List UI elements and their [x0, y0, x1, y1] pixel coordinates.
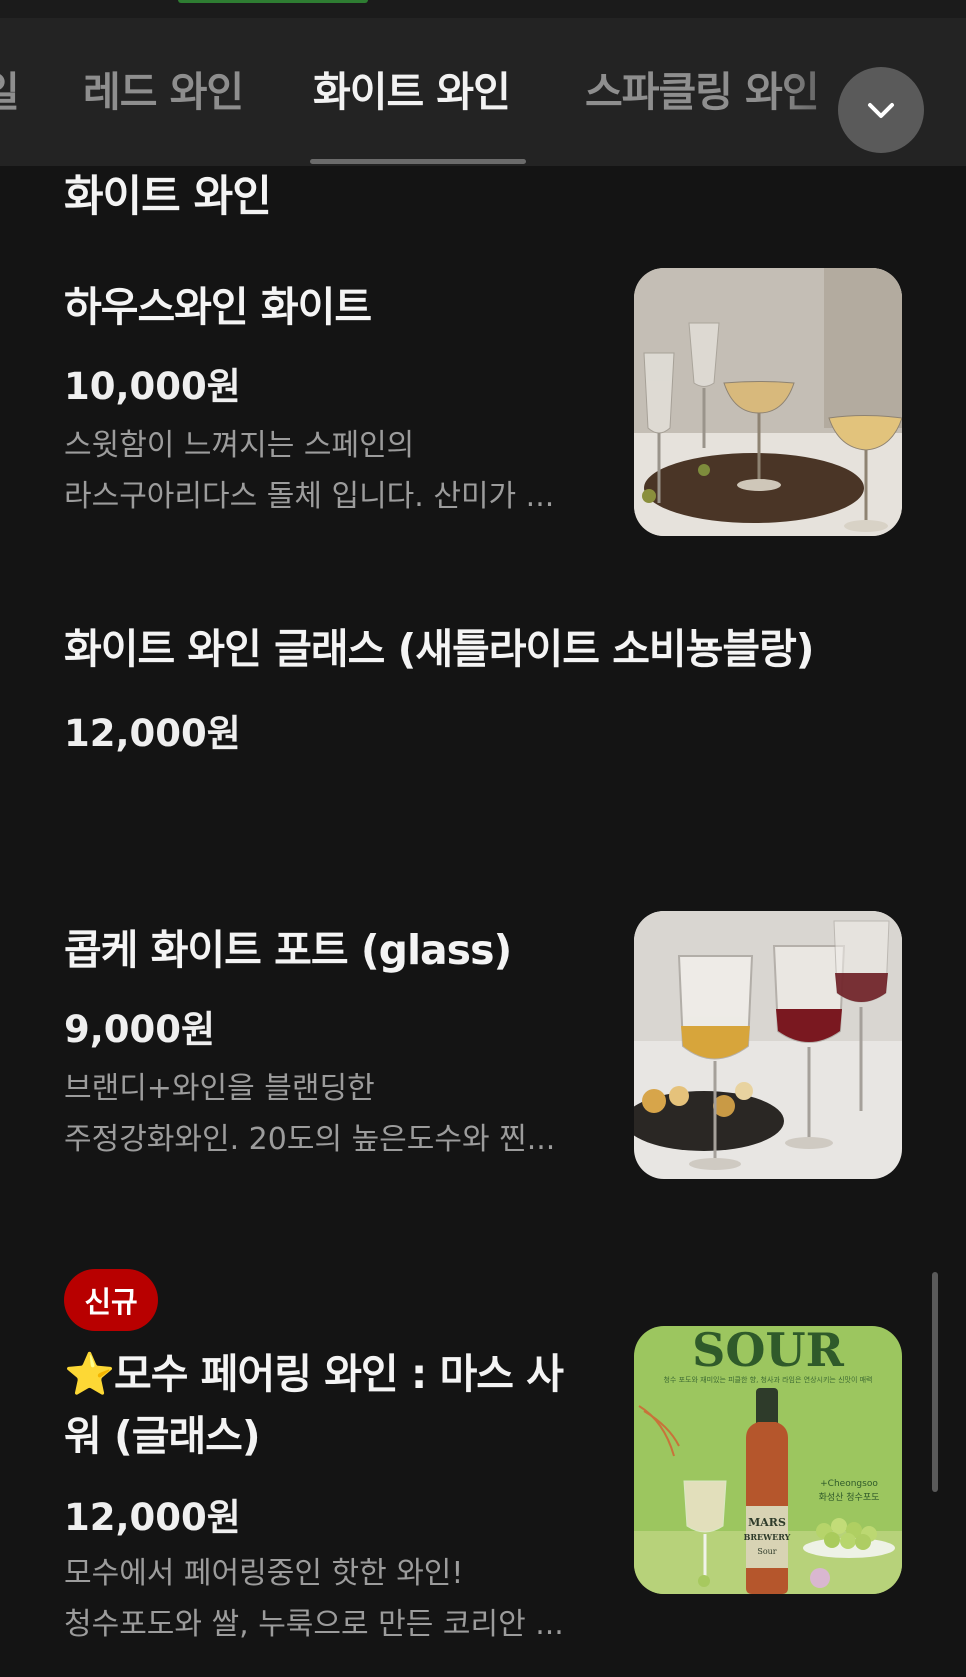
- item-description-line: 라스구아리다스 돌체 입니다. 산미가 ...: [64, 479, 555, 514]
- sour-sub-en: +Cheongsoo: [820, 1479, 878, 1489]
- scrollbar[interactable]: [932, 1272, 938, 1492]
- item-thumbnail: SOUR 청수 포도와 재미있는 피클한 향, 청사과 라임은 연상시키는 신맛…: [634, 1326, 902, 1594]
- sour-fine-print: 청수 포도와 재미있는 피클한 향, 청사과 라임은 연상시키는 신맛이 매력: [663, 1375, 872, 1384]
- item-price: 10,000원: [64, 365, 241, 408]
- active-tab-indicator: [310, 159, 526, 164]
- category-tab-bar: 일 레드 와인 화이트 와인 스파클링 와인: [0, 18, 966, 166]
- item-name-line: ⭐모수 페어링 와인 : 마스 사: [64, 1350, 564, 1398]
- item-name: 하우스와인 화이트: [64, 283, 372, 331]
- section-title: 화이트 와인: [64, 172, 272, 222]
- item-name-line: 워 (글래스): [64, 1412, 261, 1460]
- item-description: 스윗함이 느껴지는 스페인의 라스구아리다스 돌체 입니다. 산미가 ...: [64, 420, 584, 522]
- item-name: 콥케 화이트 포트 (glass): [64, 926, 512, 974]
- item-price: 12,000원: [64, 712, 241, 755]
- sour-sub-kr: 화성산 청수포도: [819, 1492, 880, 1503]
- wine-glasses-photo: [634, 268, 902, 536]
- item-description-line: 브랜디+와인을 블랜딩한: [64, 1071, 375, 1106]
- port-wine-photo: [634, 911, 902, 1179]
- item-description: 모수에서 페어링중인 핫한 와인! 청수포도와 쌀, 누룩으로 만든 코리안 .…: [64, 1548, 584, 1650]
- item-thumbnail: [634, 911, 902, 1179]
- tab-partial[interactable]: 일: [0, 58, 20, 118]
- chevron-down-icon: [868, 103, 894, 118]
- item-description-line: 청수포도와 쌀, 누룩으로 만든 코리안 ...: [64, 1607, 564, 1642]
- new-badge: 신규: [64, 1269, 158, 1331]
- status-strip: [0, 0, 966, 18]
- tab-white-wine[interactable]: 화이트 와인: [313, 58, 511, 118]
- item-name: 화이트 와인 글래스 (새틀라이트 소비뇽블랑): [64, 625, 815, 673]
- expand-categories-button[interactable]: [838, 67, 924, 153]
- item-description-line: 모수에서 페어링중인 핫한 와인!: [64, 1556, 464, 1591]
- item-price: 9,000원: [64, 1008, 216, 1051]
- item-price: 12,000원: [64, 1496, 241, 1539]
- sour-wine-photo: SOUR 청수 포도와 재미있는 피클한 향, 청사과 라임은 연상시키는 신맛…: [634, 1326, 902, 1594]
- item-thumbnail: [634, 268, 902, 536]
- item-description: 브랜디+와인을 블랜딩한 주정강화와인. 20도의 높은도수와 찐...: [64, 1063, 584, 1165]
- item-description-line: 스윗함이 느껴지는 스페인의: [64, 428, 415, 463]
- status-indicator: [178, 0, 368, 3]
- item-description-line: 주정강화와인. 20도의 높은도수와 찐...: [64, 1122, 556, 1157]
- bottle-label-line: MARS: [748, 1516, 786, 1529]
- bottle-label-line: BREWERY: [744, 1532, 791, 1542]
- sour-headline: SOUR: [692, 1326, 844, 1377]
- tab-red-wine[interactable]: 레드 와인: [83, 58, 244, 118]
- bottle-label-line: Sour: [757, 1547, 776, 1556]
